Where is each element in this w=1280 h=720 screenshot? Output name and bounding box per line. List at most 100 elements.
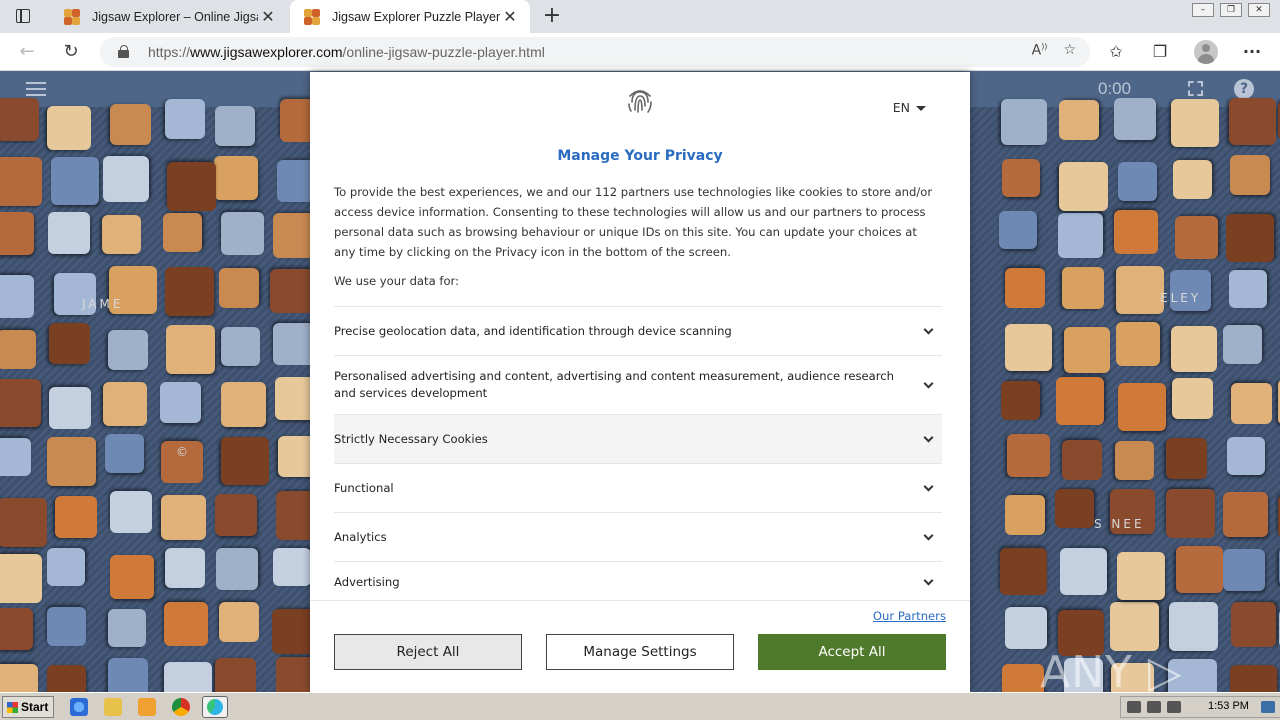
puzzle-piece[interactable]	[164, 602, 209, 647]
puzzle-piece[interactable]	[1063, 327, 1110, 374]
puzzle-piece[interactable]	[219, 268, 260, 309]
puzzle-piece[interactable]	[1058, 161, 1108, 211]
tab-jigsaw-explorer-online[interactable]: Jigsaw Explorer – Online Jigsaw ✕	[50, 0, 288, 33]
puzzle-piece[interactable]	[47, 548, 86, 587]
puzzle-piece[interactable]	[1061, 439, 1102, 480]
puzzle-piece[interactable]	[47, 665, 87, 692]
puzzle-piece[interactable]	[46, 606, 86, 646]
puzzle-piece[interactable]	[0, 663, 39, 692]
puzzle-piece[interactable]	[270, 268, 315, 313]
puzzle-piece[interactable]	[1226, 213, 1275, 262]
tab-jigsaw-puzzle-player[interactable]: Jigsaw Explorer Puzzle Player ✕	[290, 0, 530, 33]
manage-settings-button[interactable]: Manage Settings	[546, 634, 734, 670]
puzzle-piece[interactable]	[1001, 158, 1040, 197]
puzzle-piece[interactable]	[1004, 606, 1047, 649]
puzzle-piece[interactable]	[1173, 159, 1213, 199]
puzzle-piece[interactable]	[0, 157, 43, 207]
puzzle-piece[interactable]	[1171, 326, 1218, 373]
more-menu-icon[interactable]: ···	[1240, 41, 1264, 63]
internet-explorer-icon[interactable]	[70, 698, 88, 716]
puzzle-piece[interactable]	[162, 213, 202, 253]
puzzle-piece[interactable]	[215, 658, 257, 692]
url-field[interactable]: https://www.jigsawexplorer.com/online-ji…	[100, 37, 1090, 67]
puzzle-piece[interactable]	[1002, 663, 1045, 692]
puzzle-piece[interactable]	[102, 381, 147, 426]
puzzle-piece[interactable]	[108, 658, 149, 692]
new-tab-button[interactable]: +	[540, 4, 564, 28]
collections-icon[interactable]: ❐	[1148, 41, 1172, 63]
puzzle-piece[interactable]	[164, 266, 214, 316]
puzzle-piece[interactable]	[220, 381, 266, 427]
puzzle-piece[interactable]	[1117, 382, 1166, 431]
puzzle-piece[interactable]	[164, 547, 205, 588]
reject-all-button[interactable]: Reject All	[334, 634, 522, 670]
chrome-icon[interactable]	[172, 698, 190, 716]
puzzle-piece[interactable]	[160, 382, 202, 424]
puzzle-piece[interactable]	[1175, 215, 1219, 259]
restore-button[interactable]: ❐	[1220, 3, 1242, 17]
puzzle-piece[interactable]	[1115, 265, 1164, 314]
favorites-icon[interactable]: ✩	[1104, 41, 1128, 63]
purpose-item-analytics[interactable]: Analytics	[334, 512, 942, 561]
puzzle-piece[interactable]	[1117, 161, 1157, 201]
puzzle-piece[interactable]	[1062, 266, 1105, 309]
puzzle-piece[interactable]	[108, 329, 149, 370]
puzzle-piece[interactable]	[161, 495, 207, 541]
purpose-item-strictly-necessary[interactable]: Strictly Necessary Cookies	[334, 414, 942, 463]
accept-all-button[interactable]: Accept All	[758, 634, 946, 670]
puzzle-piece[interactable]	[0, 437, 31, 476]
puzzle-piece[interactable]	[214, 106, 255, 147]
puzzle-piece[interactable]	[0, 379, 42, 428]
puzzle-piece[interactable]	[1005, 495, 1046, 536]
puzzle-piece[interactable]	[1055, 377, 1104, 426]
puzzle-piece[interactable]	[1170, 99, 1219, 148]
puzzle-piece[interactable]	[221, 326, 261, 366]
tab-close-icon[interactable]: ✕	[258, 7, 278, 27]
puzzle-piece[interactable]	[1230, 154, 1271, 195]
puzzle-piece[interactable]	[273, 548, 312, 587]
puzzle-piece[interactable]	[164, 98, 205, 139]
tab-close-icon[interactable]: ✕	[500, 7, 520, 27]
puzzle-piece[interactable]	[46, 436, 96, 486]
puzzle-piece[interactable]	[0, 553, 43, 603]
puzzle-piece[interactable]	[1175, 546, 1223, 594]
purpose-item-geolocation[interactable]: Precise geolocation data, and identifica…	[334, 306, 942, 355]
our-partners-link[interactable]: Our Partners	[873, 609, 946, 623]
puzzle-piece[interactable]	[1166, 437, 1207, 479]
read-aloud-icon[interactable]: A))	[1032, 42, 1048, 59]
puzzle-piece[interactable]	[1005, 268, 1046, 309]
start-button[interactable]: Start	[2, 696, 54, 718]
puzzle-piece[interactable]	[1231, 382, 1273, 424]
puzzle-piece[interactable]	[1005, 323, 1053, 371]
file-explorer-icon[interactable]	[104, 698, 122, 716]
puzzle-piece[interactable]	[1110, 601, 1160, 651]
puzzle-piece[interactable]	[1168, 601, 1218, 651]
back-arrow-icon[interactable]: ←	[14, 39, 40, 65]
puzzle-piece[interactable]	[1228, 98, 1276, 146]
flag-icon[interactable]	[1167, 701, 1181, 713]
puzzle-piece[interactable]	[108, 609, 147, 648]
puzzle-piece[interactable]	[1166, 489, 1216, 539]
language-selector[interactable]: EN	[893, 100, 926, 115]
puzzle-piece[interactable]	[166, 325, 216, 375]
puzzle-piece[interactable]	[46, 105, 91, 150]
puzzle-piece[interactable]	[1114, 210, 1159, 255]
puzzle-piece[interactable]	[273, 322, 316, 365]
puzzle-piece[interactable]	[1231, 601, 1277, 647]
puzzle-piece[interactable]	[0, 274, 34, 318]
puzzle-piece[interactable]	[1001, 381, 1041, 421]
puzzle-piece[interactable]	[1172, 377, 1214, 419]
media-player-icon[interactable]	[138, 698, 156, 716]
puzzle-piece[interactable]	[50, 157, 99, 206]
puzzle-piece[interactable]	[105, 434, 145, 474]
puzzle-piece[interactable]	[49, 323, 91, 365]
puzzle-piece[interactable]	[55, 495, 98, 538]
puzzle-piece[interactable]	[218, 601, 259, 642]
profile-avatar-icon[interactable]	[1194, 40, 1218, 64]
puzzle-piece[interactable]	[220, 436, 269, 485]
puzzle-piece[interactable]	[216, 548, 259, 591]
tab-actions-icon[interactable]	[10, 7, 38, 27]
network-icon[interactable]	[1147, 701, 1161, 713]
puzzle-piece[interactable]	[1223, 491, 1269, 537]
puzzle-piece[interactable]	[1059, 547, 1107, 595]
